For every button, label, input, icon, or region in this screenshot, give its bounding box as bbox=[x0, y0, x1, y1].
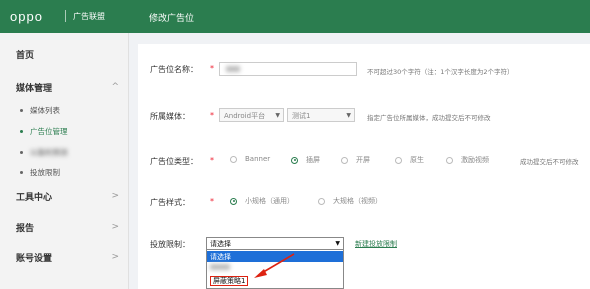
radio-circle bbox=[446, 156, 453, 164]
media-label: 所属媒体： bbox=[150, 112, 190, 121]
sidebar-item-label: 报告 bbox=[16, 223, 35, 234]
limit-select-value: 请选择 bbox=[210, 240, 231, 248]
media-hint: 指定广告位所属媒体，成功提交后不可修改 bbox=[367, 114, 491, 122]
required-mark: * bbox=[210, 111, 214, 120]
sidebar-item-reports[interactable]: 报告 > bbox=[0, 217, 129, 237]
blurred-option-text bbox=[210, 264, 230, 270]
style-radio-large[interactable]: 大规格（视频） bbox=[318, 196, 382, 206]
radio-circle bbox=[230, 155, 237, 163]
type-radio-banner[interactable]: Banner bbox=[230, 155, 270, 163]
sidebar-item-blurred[interactable]: 以盈利预测 bbox=[0, 144, 129, 160]
radio-circle bbox=[341, 156, 348, 164]
top-bar: 修改广告位 bbox=[129, 0, 590, 33]
blurred-value bbox=[226, 66, 240, 72]
bullet-icon bbox=[20, 150, 23, 154]
platform-select[interactable]: Android平台 ▼ bbox=[219, 108, 284, 122]
type-radio-splash[interactable]: 开屏 bbox=[341, 155, 370, 165]
sidebar-item-label: 投放限制 bbox=[30, 167, 60, 177]
logo-divider bbox=[65, 10, 66, 22]
oppo-logo[interactable]: oppo bbox=[10, 9, 43, 24]
chevron-right-icon: > bbox=[111, 191, 119, 201]
platform-value: Android平台 bbox=[224, 112, 266, 120]
sidebar-item-media-mgmt[interactable]: 媒体管理 ^ bbox=[0, 77, 129, 97]
sidebar-item-label: 账号设置 bbox=[16, 253, 53, 264]
sidebar-item-media-list[interactable]: 媒体列表 bbox=[0, 102, 129, 118]
limit-label: 投放限制： bbox=[150, 240, 190, 249]
type-radio-native[interactable]: 原生 bbox=[395, 155, 424, 165]
type-radio-rewarded-video[interactable]: 激励视频 bbox=[446, 155, 489, 165]
brand-subtitle: 广告联盟 bbox=[73, 12, 105, 21]
chevron-up-icon: ^ bbox=[111, 82, 119, 92]
radio-circle bbox=[395, 156, 402, 164]
sidebar-item-label: 广告位管理 bbox=[30, 126, 68, 136]
type-label: 广告位类型： bbox=[150, 157, 198, 166]
required-mark: * bbox=[210, 64, 214, 73]
sidebar-item-account[interactable]: 账号设置 > bbox=[0, 247, 129, 267]
sidebar-item-label: 工具中心 bbox=[16, 192, 53, 203]
sidebar-item-label: 首页 bbox=[16, 50, 35, 61]
sidebar-item-label: 媒体管理 bbox=[16, 83, 53, 94]
radio-label: Banner bbox=[245, 155, 271, 163]
radio-label: 激励视频 bbox=[461, 156, 489, 164]
bullet-icon bbox=[20, 170, 23, 174]
option-label: 屏蔽策略1 bbox=[210, 276, 249, 286]
required-mark: * bbox=[210, 156, 214, 165]
caret-down-icon: ▼ bbox=[275, 112, 280, 119]
bullet-icon bbox=[20, 108, 23, 112]
radio-circle bbox=[230, 197, 237, 205]
sidebar-item-label: 以盈利预测 bbox=[30, 147, 68, 157]
bullet-icon bbox=[20, 129, 23, 133]
sidebar-item-adpos-mgmt[interactable]: 广告位管理 bbox=[0, 123, 129, 139]
type-hint: 成功提交后不可修改 bbox=[520, 158, 579, 166]
sidebar-item-tools[interactable]: 工具中心 > bbox=[0, 186, 129, 206]
limit-select[interactable]: 请选择 ▼ bbox=[206, 237, 344, 250]
style-radio-small[interactable]: 小规格（通用） bbox=[230, 196, 294, 206]
radio-label: 大规格（视频） bbox=[333, 197, 382, 205]
radio-label: 插屏 bbox=[306, 156, 320, 164]
name-hint: 不可超过30个字符（注：1个汉字长度为2个字符） bbox=[367, 68, 514, 76]
type-radio-interstitial[interactable]: 插屏 bbox=[291, 155, 320, 165]
caret-down-icon: ▼ bbox=[346, 112, 351, 119]
radio-circle bbox=[318, 197, 325, 205]
chevron-right-icon: > bbox=[111, 222, 119, 232]
radio-label: 小规格（通用） bbox=[245, 197, 294, 205]
style-label: 广告样式： bbox=[150, 198, 190, 207]
radio-label: 原生 bbox=[410, 156, 424, 164]
media-value: 测试1 bbox=[292, 112, 311, 120]
sidebar-item-delivery-limit[interactable]: 投放限制 bbox=[0, 164, 129, 180]
chevron-right-icon: > bbox=[111, 252, 119, 262]
name-label: 广告位名称： bbox=[150, 65, 198, 74]
caret-down-icon: ▼ bbox=[335, 240, 340, 247]
sidebar: oppo 广告联盟 首页 媒体管理 ^ 媒体列表 广告位管理 以盈利预测 投放限… bbox=[0, 0, 129, 289]
annotation-arrow-icon bbox=[254, 253, 295, 278]
name-input[interactable] bbox=[219, 62, 357, 76]
radio-circle bbox=[291, 156, 298, 164]
new-limit-link[interactable]: 新建投放限制 bbox=[355, 239, 397, 249]
sidebar-item-home[interactable]: 首页 bbox=[0, 44, 129, 64]
brand-bar: oppo 广告联盟 bbox=[0, 0, 129, 33]
sidebar-item-label: 媒体列表 bbox=[30, 105, 60, 115]
radio-label: 开屏 bbox=[356, 156, 370, 164]
page-title: 修改广告位 bbox=[149, 14, 195, 24]
media-select[interactable]: 测试1 ▼ bbox=[287, 108, 355, 122]
required-mark: * bbox=[210, 197, 214, 206]
